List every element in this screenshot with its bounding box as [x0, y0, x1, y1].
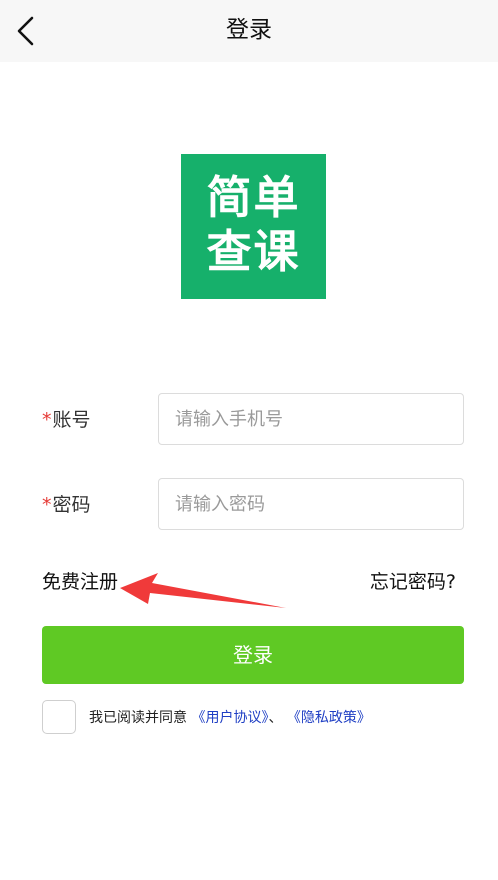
agreement-separator: 、	[268, 710, 283, 726]
password-label: *密码	[42, 490, 91, 517]
agreement-text: 我已阅读并同意 《用户协议》、 《隐私政策》	[89, 707, 371, 727]
agreement-prefix: 我已阅读并同意	[89, 710, 187, 726]
app-logo: 简单 查课	[181, 154, 326, 299]
logo-text-line1: 简单	[206, 171, 301, 224]
logo-text-line2: 查课	[206, 225, 301, 278]
account-label-text: 账号	[52, 409, 91, 431]
red-arrow-icon	[120, 573, 286, 608]
page-title: 登录	[226, 17, 272, 43]
header-bar: 登录	[0, 0, 498, 62]
password-input[interactable]	[158, 478, 464, 530]
account-label: *账号	[42, 405, 91, 432]
login-button[interactable]: 登录	[42, 626, 464, 684]
agreement-checkbox[interactable]	[42, 700, 76, 734]
password-label-text: 密码	[52, 494, 91, 516]
back-button[interactable]	[10, 13, 46, 49]
forgot-password-link[interactable]: 忘记密码?	[370, 567, 456, 594]
required-mark: *	[42, 409, 52, 431]
user-agreement-link[interactable]: 《用户协议》	[191, 710, 268, 726]
register-link[interactable]: 免费注册	[42, 567, 118, 594]
required-mark: *	[42, 494, 52, 516]
account-input[interactable]	[158, 393, 464, 445]
privacy-policy-link[interactable]: 《隐私政策》	[287, 710, 371, 726]
chevron-left-icon	[17, 16, 34, 46]
